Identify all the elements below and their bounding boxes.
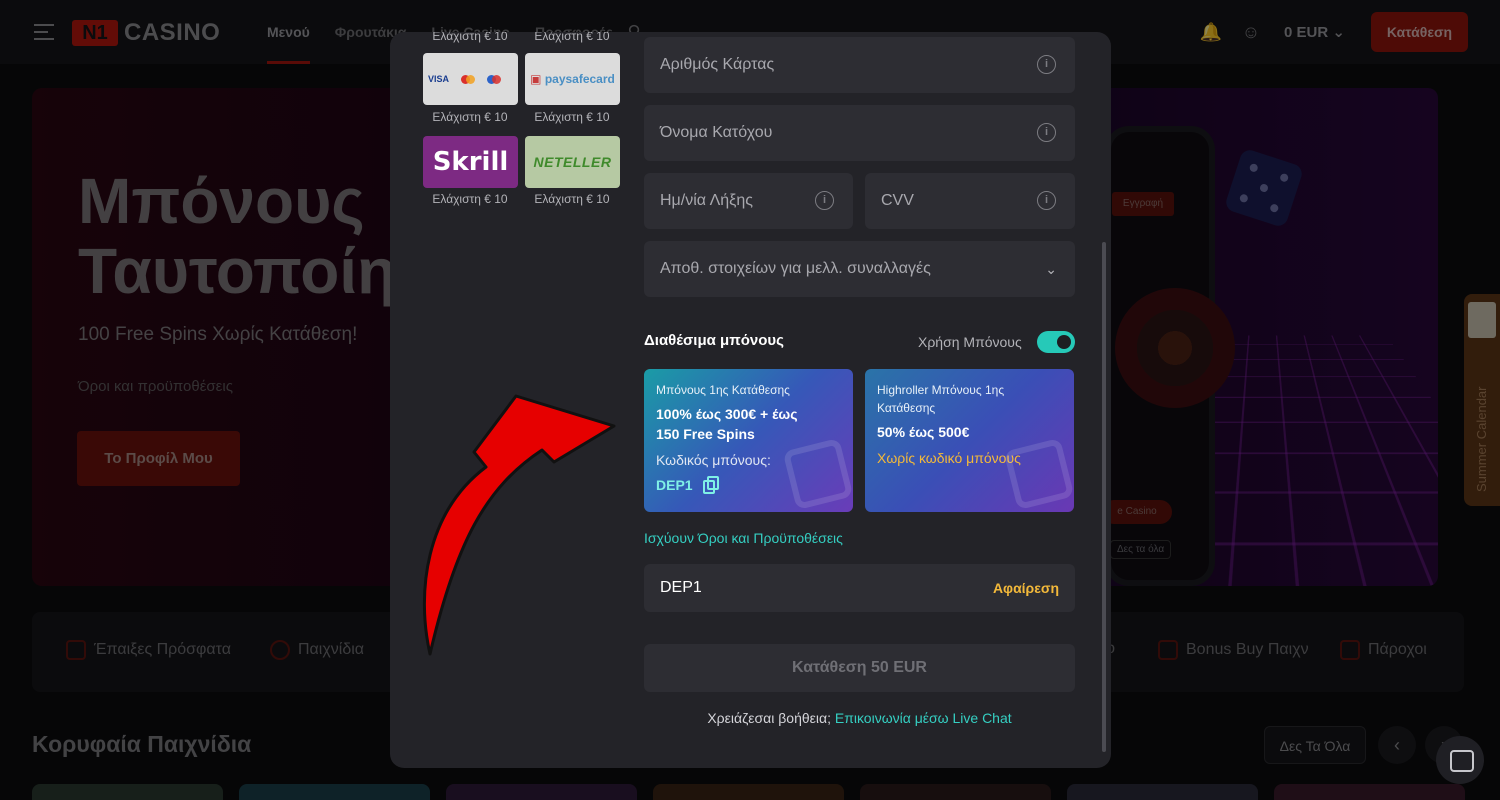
visa-logo: VISA [428,74,449,84]
expiry-field[interactable]: Ημ/νία Λήξης i [644,173,853,229]
neteller-logo: NETELLER [534,154,612,170]
paysafecard-logo: ▣ paysafecard [530,72,615,86]
payment-cards[interactable]: VISA [423,53,518,105]
chevron-down-icon: ⌄ [1045,241,1057,297]
submit-deposit-button[interactable]: Κατάθεση 50 EUR [644,644,1075,692]
bonus-title: Highroller Μπόνους 1ης Κατάθεσης [877,381,1062,417]
holder-name-field[interactable]: Όνομα Κατόχου i [644,105,1075,161]
bonus-offer: 100% έως 300€ + έως 150 Free Spins [656,404,841,444]
use-bonus-toggle[interactable] [1037,331,1075,353]
bonus-card-highroller[interactable]: Highroller Μπόνους 1ης Κατάθεσης 50% έως… [865,369,1074,512]
card-logos: VISA [428,74,513,84]
paysafecard-label: paysafecard [545,72,615,86]
bonus-title-line2: Κατάθεσης [877,399,1062,417]
available-bonuses-heading: Διαθέσιμα μπόνους [644,332,784,349]
info-icon[interactable]: i [815,191,834,210]
bonus-offer: 50% έως 500€ [877,422,1062,442]
cvv-placeholder: CVV [881,192,914,209]
min-amount-label: Ελάχιστη € 10 [422,32,518,43]
chat-icon[interactable] [1436,736,1484,784]
card-number-placeholder: Αριθμός Κάρτας [660,56,774,73]
use-bonus-label: Χρήση Μπόνους [918,334,1022,350]
payment-paysafecard[interactable]: ▣ paysafecard [525,53,620,105]
min-amount-label: Ελάχιστη € 10 [422,110,518,124]
live-chat-link[interactable]: Επικοινωνία μέσω Live Chat [835,710,1012,726]
min-amount-label: Ελάχιστη € 10 [422,192,518,206]
remove-code-button[interactable]: Αφαίρεση [993,580,1059,596]
bonus-offer-line1: 100% έως 300€ + έως [656,404,841,424]
mastercard-icon [461,75,475,84]
maestro-icon [487,75,501,84]
bonus-terms-link[interactable]: Ισχύουν Όροι και Προϋποθέσεις [644,530,843,546]
help-text: Χρειάζεσαι βοήθεια; [707,710,831,726]
bonus-title-line1: Highroller Μπόνους 1ης [877,381,1062,399]
payment-neteller[interactable]: NETELLER [525,136,620,188]
save-details-dropdown[interactable]: Αποθ. στοιχείων για μελλ. συναλλαγές ⌄ [644,241,1075,297]
skrill-logo: Skrill [433,147,509,177]
bonus-title: Μπόνους 1ης Κατάθεσης [656,381,841,399]
help-row: Χρειάζεσαι βοήθεια; Επικοινωνία μέσω Liv… [644,710,1075,726]
save-details-label: Αποθ. στοιχείων για μελλ. συναλλαγές [660,260,931,277]
min-amount-label: Ελάχιστη € 10 [524,32,620,43]
applied-code-value: DEP1 [660,579,702,597]
payment-skrill[interactable]: Skrill [423,136,518,188]
card-number-field[interactable]: Αριθμός Κάρτας i [644,37,1075,93]
red-arrow-annotation [416,392,621,662]
bonus-card-first-deposit[interactable]: Μπόνους 1ης Κατάθεσης 100% έως 300€ + έω… [644,369,853,512]
bonus-code-value: DEP1 [656,477,693,493]
applied-bonus-code: DEP1 Αφαίρεση [644,564,1075,612]
info-icon[interactable]: i [1037,191,1056,210]
gift-icon [783,438,853,510]
min-amount-label: Ελάχιστη € 10 [524,110,620,124]
min-amount-label: Ελάχιστη € 10 [524,192,620,206]
expiry-placeholder: Ημ/νία Λήξης [660,192,753,209]
gift-icon [1004,438,1074,510]
bonus-offer-line2: 150 Free Spins [656,424,841,444]
copy-icon[interactable] [703,476,719,494]
cvv-field[interactable]: CVV i [865,173,1075,229]
modal-scrollbar[interactable] [1102,242,1106,752]
info-icon[interactable]: i [1037,123,1056,142]
info-icon[interactable]: i [1037,55,1056,74]
holder-name-placeholder: Όνομα Κατόχου [660,124,772,141]
